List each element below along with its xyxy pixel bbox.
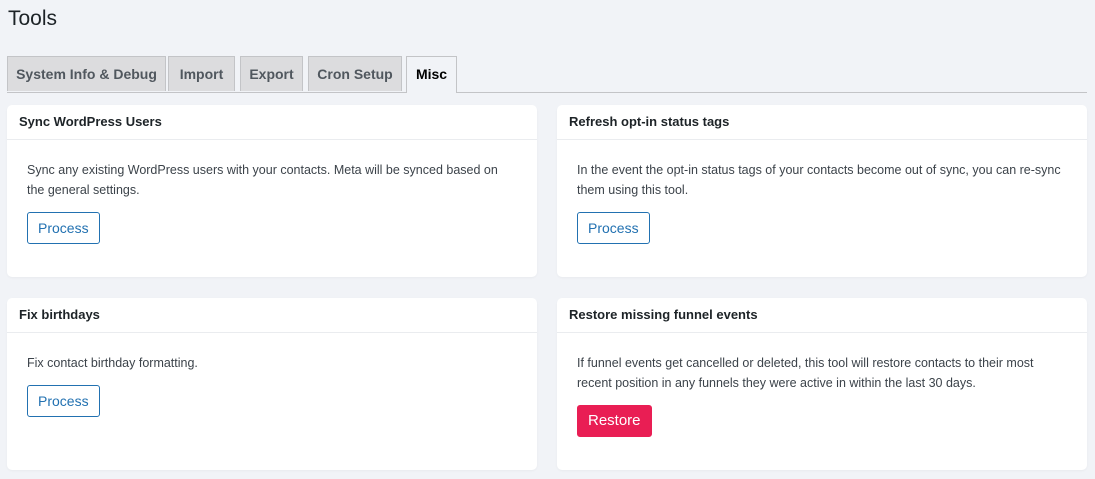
tab-bar: System Info & Debug Import Export Cron S… — [7, 56, 1087, 93]
refresh-optin-tags-process-button[interactable]: Process — [577, 212, 650, 244]
card-restore-missing-funnel-events: Restore missing funnel events If funnel … — [557, 298, 1087, 470]
tab-system-info-debug[interactable]: System Info & Debug — [7, 56, 166, 91]
card-title: Fix birthdays — [7, 298, 537, 333]
tab-cron-setup[interactable]: Cron Setup — [308, 56, 402, 91]
page-title: Tools — [8, 7, 58, 30]
card-title: Restore missing funnel events — [557, 298, 1087, 333]
sync-wordpress-users-process-button[interactable]: Process — [27, 212, 100, 244]
tab-misc[interactable]: Misc — [406, 56, 457, 93]
card-sync-wordpress-users: Sync WordPress Users Sync any existing W… — [7, 105, 537, 277]
card-fix-birthdays: Fix birthdays Fix contact birthday forma… — [7, 298, 537, 470]
card-description: Sync any existing WordPress users with y… — [27, 163, 498, 197]
card-description: In the event the opt-in status tags of y… — [577, 163, 1061, 197]
tab-export[interactable]: Export — [240, 56, 303, 91]
fix-birthdays-process-button[interactable]: Process — [27, 385, 100, 417]
card-description: Fix contact birthday formatting. — [27, 356, 198, 370]
restore-funnel-events-button[interactable]: Restore — [577, 405, 652, 437]
card-title: Refresh opt-in status tags — [557, 105, 1087, 140]
card-description: If funnel events get cancelled or delete… — [577, 356, 1034, 390]
card-refresh-optin-status-tags: Refresh opt-in status tags In the event … — [557, 105, 1087, 277]
card-title: Sync WordPress Users — [7, 105, 537, 140]
tab-import[interactable]: Import — [168, 56, 235, 91]
